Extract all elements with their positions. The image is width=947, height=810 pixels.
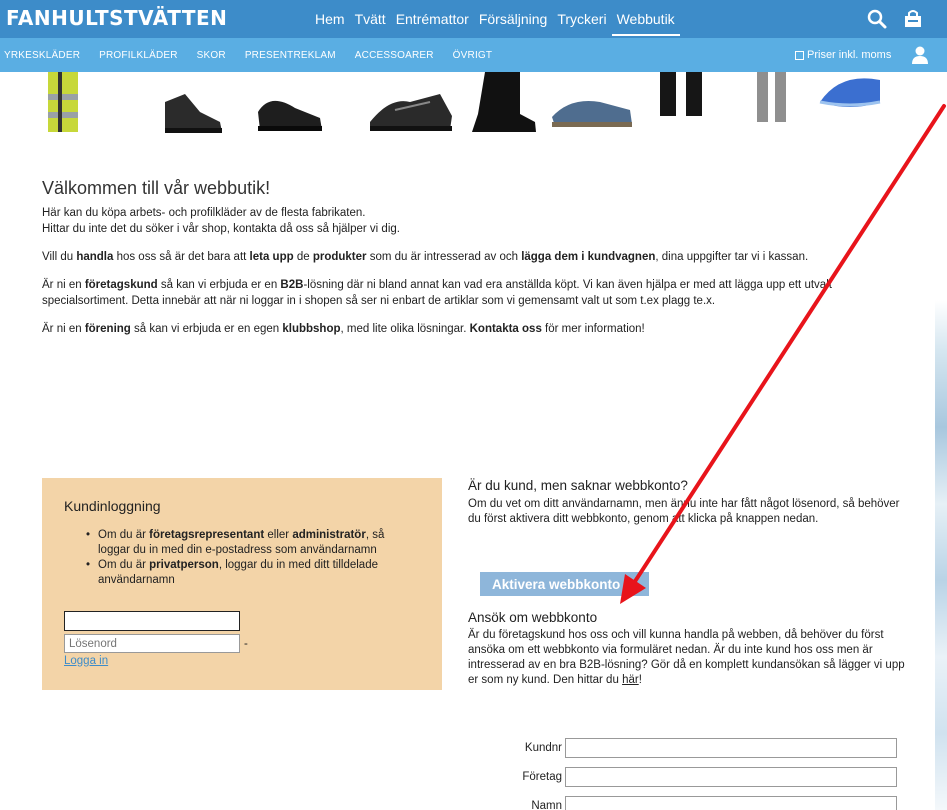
- nav-item-tryckeri[interactable]: Tryckeri: [552, 11, 611, 36]
- login-button[interactable]: Logga in: [64, 655, 108, 667]
- clog-image: [258, 100, 322, 131]
- category-yrkeskläder[interactable]: YRKESKLÄDER: [4, 50, 80, 61]
- apply-account-section: Ansök om webbkonto Är du företagskund ho…: [468, 610, 908, 688]
- welcome-intro: Här kan du köpa arbets- och profilkläder…: [42, 207, 400, 235]
- category-bar: YRKESKLÄDER PROFILKLÄDER SKOR PRESENTREK…: [0, 38, 947, 72]
- here-link[interactable]: här: [622, 674, 639, 686]
- login-separator: -: [244, 638, 248, 650]
- nav-item-forsaljning[interactable]: Försäljning: [474, 11, 552, 36]
- apply-account-title: Ansök om webbkonto: [468, 610, 598, 625]
- side-decoration-image: [935, 300, 947, 810]
- kundnr-label: Kundnr: [524, 742, 562, 754]
- site-logo[interactable]: FANHULTSTVÄTTEN: [6, 6, 227, 30]
- nav-item-tvatt[interactable]: Tvätt: [350, 11, 391, 36]
- sneaker-image: [370, 94, 452, 131]
- login-instruction-private: Om du är privatperson, loggar du in med …: [86, 558, 418, 588]
- apply-account-text: Är du företagskund hos oss och vill kunn…: [468, 629, 905, 686]
- missing-account-section: Är du kund, men saknar webbkonto? Om du …: [468, 478, 908, 527]
- safety-shoe-image: [165, 94, 222, 133]
- main-nav: Hem Tvätt Entrémattor Försäljning Trycke…: [310, 11, 680, 36]
- boot-image: [472, 72, 536, 132]
- nav-item-entremattor[interactable]: Entrémattor: [391, 11, 474, 36]
- login-title: Kundinloggning: [64, 498, 161, 514]
- login-instructions: Om du är företagsrepresentant eller admi…: [86, 528, 418, 588]
- missing-account-title: Är du kund, men saknar webbkonto?: [468, 478, 688, 493]
- user-icon[interactable]: [910, 45, 930, 65]
- missing-account-text: Om du vet om ditt användarnamn, men ännu…: [468, 498, 900, 525]
- kundnr-input[interactable]: [565, 738, 897, 758]
- vat-checkbox[interactable]: [795, 50, 804, 60]
- product-banner: [0, 72, 947, 142]
- form-row-foretag: Företag: [468, 767, 897, 787]
- welcome-b2b-text: Är ni en företagskund så kan vi erbjuda …: [42, 279, 832, 307]
- category-skor[interactable]: SKOR: [197, 50, 226, 61]
- vat-label: Priser inkl. moms: [807, 49, 892, 61]
- nav-item-hem[interactable]: Hem: [310, 11, 350, 36]
- welcome-club-text: Är ni en förening så kan vi erbjuda er e…: [42, 323, 645, 335]
- activate-account-button[interactable]: Aktivera webbkonto: [480, 572, 649, 596]
- username-input[interactable]: [64, 611, 240, 631]
- grey-trousers-image: [757, 72, 786, 122]
- foretag-label: Företag: [522, 771, 562, 783]
- category-ovrigt[interactable]: ÖVRIGT: [453, 50, 493, 61]
- hivis-pants-image: [48, 72, 78, 132]
- namn-input[interactable]: [565, 796, 897, 810]
- namn-label: Namn: [531, 800, 562, 810]
- top-navigation-bar: FANHULTSTVÄTTEN Hem Tvätt Entrémattor Fö…: [0, 0, 947, 38]
- login-instruction-company: Om du är företagsrepresentant eller admi…: [86, 528, 418, 558]
- sandal-image: [552, 101, 632, 127]
- welcome-title: Välkommen till vår webbutik!: [42, 178, 271, 198]
- customer-login-panel: Kundinloggning Om du är företagsrepresen…: [42, 478, 442, 690]
- form-row-namn: Namn: [468, 796, 897, 810]
- form-row-kundnr: Kundnr: [468, 738, 897, 758]
- black-trousers-image: [660, 72, 702, 116]
- nav-item-webbutik[interactable]: Webbutik: [611, 11, 680, 36]
- welcome-shopping-text: Vill du handla hos oss så är det bara at…: [42, 251, 809, 263]
- vat-toggle[interactable]: Priser inkl. moms: [795, 49, 891, 61]
- category-profilkläder[interactable]: PROFILKLÄDER: [99, 50, 178, 61]
- foretag-input[interactable]: [565, 767, 897, 787]
- helmet-image: [819, 78, 881, 107]
- category-presentreklam[interactable]: PRESENTREKLAM: [245, 50, 336, 61]
- welcome-section: Välkommen till vår webbutik! Här kan du …: [42, 178, 912, 349]
- category-nav: YRKESKLÄDER PROFILKLÄDER SKOR PRESENTREK…: [4, 50, 511, 61]
- category-accessoarer[interactable]: ACCESSOARER: [355, 50, 434, 61]
- search-icon[interactable]: [866, 8, 888, 30]
- cart-icon[interactable]: [902, 8, 924, 30]
- password-input[interactable]: [64, 634, 240, 653]
